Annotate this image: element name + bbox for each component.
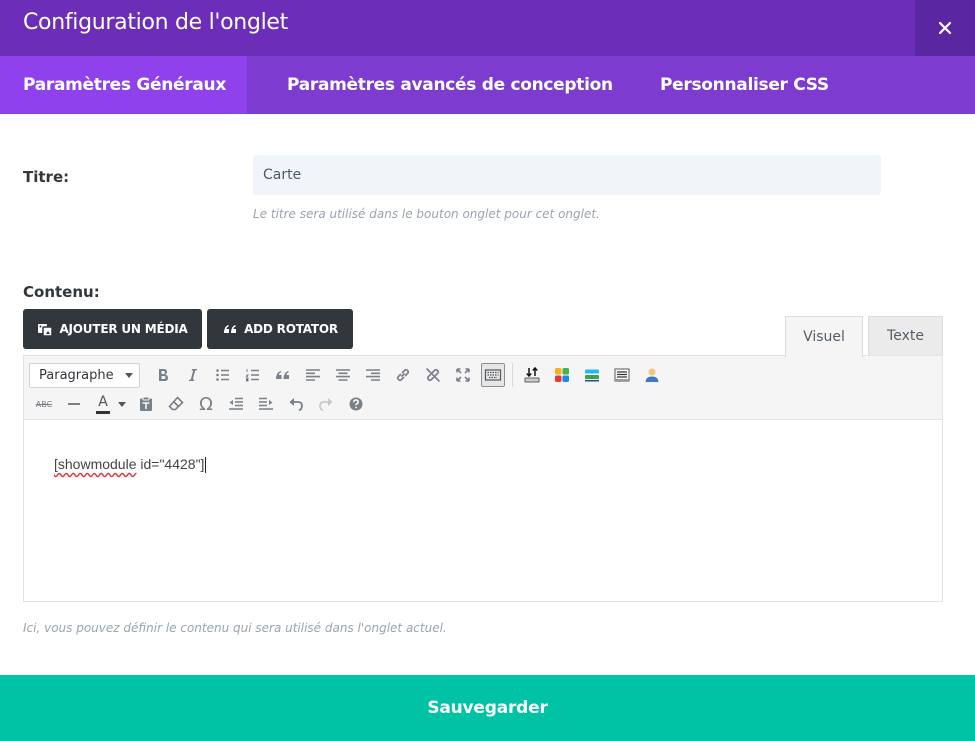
toolbar-toggle-icon xyxy=(484,369,502,381)
text-color-swatch xyxy=(96,411,110,414)
modal-header: Configuration de l'onglet xyxy=(0,0,975,56)
user-icon xyxy=(645,368,659,382)
list-button[interactable] xyxy=(607,361,637,389)
unlink-button[interactable] xyxy=(418,361,448,389)
link-button[interactable] xyxy=(388,361,418,389)
title-hint: Le titre sera utilisé dans le bouton ong… xyxy=(253,207,600,221)
modules-button[interactable] xyxy=(547,361,577,389)
editor-text: id="4428"] xyxy=(136,456,205,472)
content-label: Contenu: xyxy=(23,283,100,301)
toolbar-row-2: ABC A Ω xyxy=(29,390,371,418)
text-color-icon: A xyxy=(94,394,112,414)
add-media-button[interactable]: AJOUTER UN MÉDIA xyxy=(23,309,202,349)
toolbar-row-1: Paragraphe xyxy=(29,361,667,389)
modal-title: Configuration de l'onglet xyxy=(23,10,288,35)
horizontal-line-icon xyxy=(68,403,80,405)
blockquote-button[interactable] xyxy=(268,361,298,389)
format-select[interactable]: Paragraphe xyxy=(29,362,140,388)
tab-settings-modal: Configuration de l'onglet Paramètres Gén… xyxy=(0,0,975,741)
clear-format-button[interactable] xyxy=(161,390,191,418)
content-hint: Ici, vous pouvez définir le contenu qui … xyxy=(23,621,447,635)
editor-content[interactable]: [showmodule id="4428"] xyxy=(54,456,207,474)
fullscreen-button[interactable] xyxy=(448,361,478,389)
align-right-button[interactable] xyxy=(358,361,388,389)
special-char-button[interactable]: Ω xyxy=(191,390,221,418)
text-color-button[interactable]: A xyxy=(89,390,131,418)
toolbar-separator xyxy=(512,363,513,387)
text-color-letter: A xyxy=(98,394,108,410)
clear-format-icon xyxy=(168,396,184,411)
numbered-list-button[interactable] xyxy=(238,361,268,389)
text-cursor xyxy=(205,457,207,474)
align-left-button[interactable] xyxy=(298,361,328,389)
media-icon xyxy=(38,324,54,337)
chevron-down-icon xyxy=(125,372,133,378)
bullet-list-icon xyxy=(216,369,229,381)
editor-tab-text[interactable]: Texte xyxy=(868,316,943,356)
chevron-down-icon xyxy=(118,401,126,407)
bold-button[interactable] xyxy=(148,361,178,389)
upload-button[interactable] xyxy=(517,361,547,389)
outdent-button[interactable] xyxy=(221,390,251,418)
layers-icon xyxy=(585,369,599,382)
align-left-icon xyxy=(306,369,320,381)
align-center-button[interactable] xyxy=(328,361,358,389)
modules-icon xyxy=(555,368,569,382)
add-rotator-button[interactable]: ADD ROTATOR xyxy=(207,309,353,349)
tab-general-settings[interactable]: Paramètres Généraux xyxy=(0,56,247,114)
fullscreen-icon xyxy=(456,368,470,382)
editor-tab-visual[interactable]: Visuel xyxy=(785,316,863,357)
add-rotator-label: ADD ROTATOR xyxy=(244,322,338,336)
undo-icon xyxy=(289,398,303,412)
outdent-icon xyxy=(229,397,243,410)
user-button[interactable] xyxy=(637,361,667,389)
settings-tabs: Paramètres Généraux Paramètres avancés d… xyxy=(0,56,975,114)
format-select-value: Paragraphe xyxy=(39,367,114,383)
align-center-icon xyxy=(336,369,350,381)
strikethrough-button[interactable]: ABC xyxy=(29,390,59,418)
quote-icon xyxy=(224,325,237,333)
list-icon xyxy=(614,368,630,382)
help-icon xyxy=(349,397,363,411)
add-media-label: AJOUTER UN MÉDIA xyxy=(59,322,188,336)
horizontal-line-button[interactable] xyxy=(59,390,89,418)
blockquote-icon xyxy=(276,371,289,379)
italic-icon xyxy=(189,369,197,381)
indent-button[interactable] xyxy=(251,390,281,418)
close-button[interactable] xyxy=(915,0,975,56)
tab-advanced-design[interactable]: Paramètres avancés de conception xyxy=(247,56,660,114)
align-right-icon xyxy=(366,369,380,381)
link-icon xyxy=(396,368,410,382)
upload-icon xyxy=(524,366,540,383)
save-button[interactable]: Sauvegarder xyxy=(0,675,975,741)
bullet-list-button[interactable] xyxy=(208,361,238,389)
close-icon xyxy=(939,22,951,34)
numbered-list-icon xyxy=(245,369,259,382)
strikethrough-icon: ABC xyxy=(35,399,53,409)
special-char-icon: Ω xyxy=(199,393,213,415)
indent-icon xyxy=(259,397,273,410)
editor-toolbar: Paragraphe ABC A Ω xyxy=(24,356,942,420)
paste-text-icon xyxy=(140,396,152,411)
tab-custom-css[interactable]: Personnaliser CSS xyxy=(660,56,829,114)
layers-button[interactable] xyxy=(577,361,607,389)
undo-button[interactable] xyxy=(281,390,311,418)
paste-text-button[interactable] xyxy=(131,390,161,418)
unlink-icon xyxy=(426,368,440,382)
redo-button[interactable] xyxy=(311,390,341,418)
content-editor: Paragraphe ABC A Ω [showmodule id="4428"… xyxy=(23,355,943,602)
redo-icon xyxy=(319,398,333,412)
help-button[interactable] xyxy=(341,390,371,418)
bold-icon xyxy=(159,369,168,381)
misspelled-word: [showmodule xyxy=(54,456,137,472)
italic-button[interactable] xyxy=(178,361,208,389)
title-input[interactable] xyxy=(253,155,881,195)
title-label: Titre: xyxy=(23,168,70,186)
toolbar-toggle-button[interactable] xyxy=(481,363,505,387)
